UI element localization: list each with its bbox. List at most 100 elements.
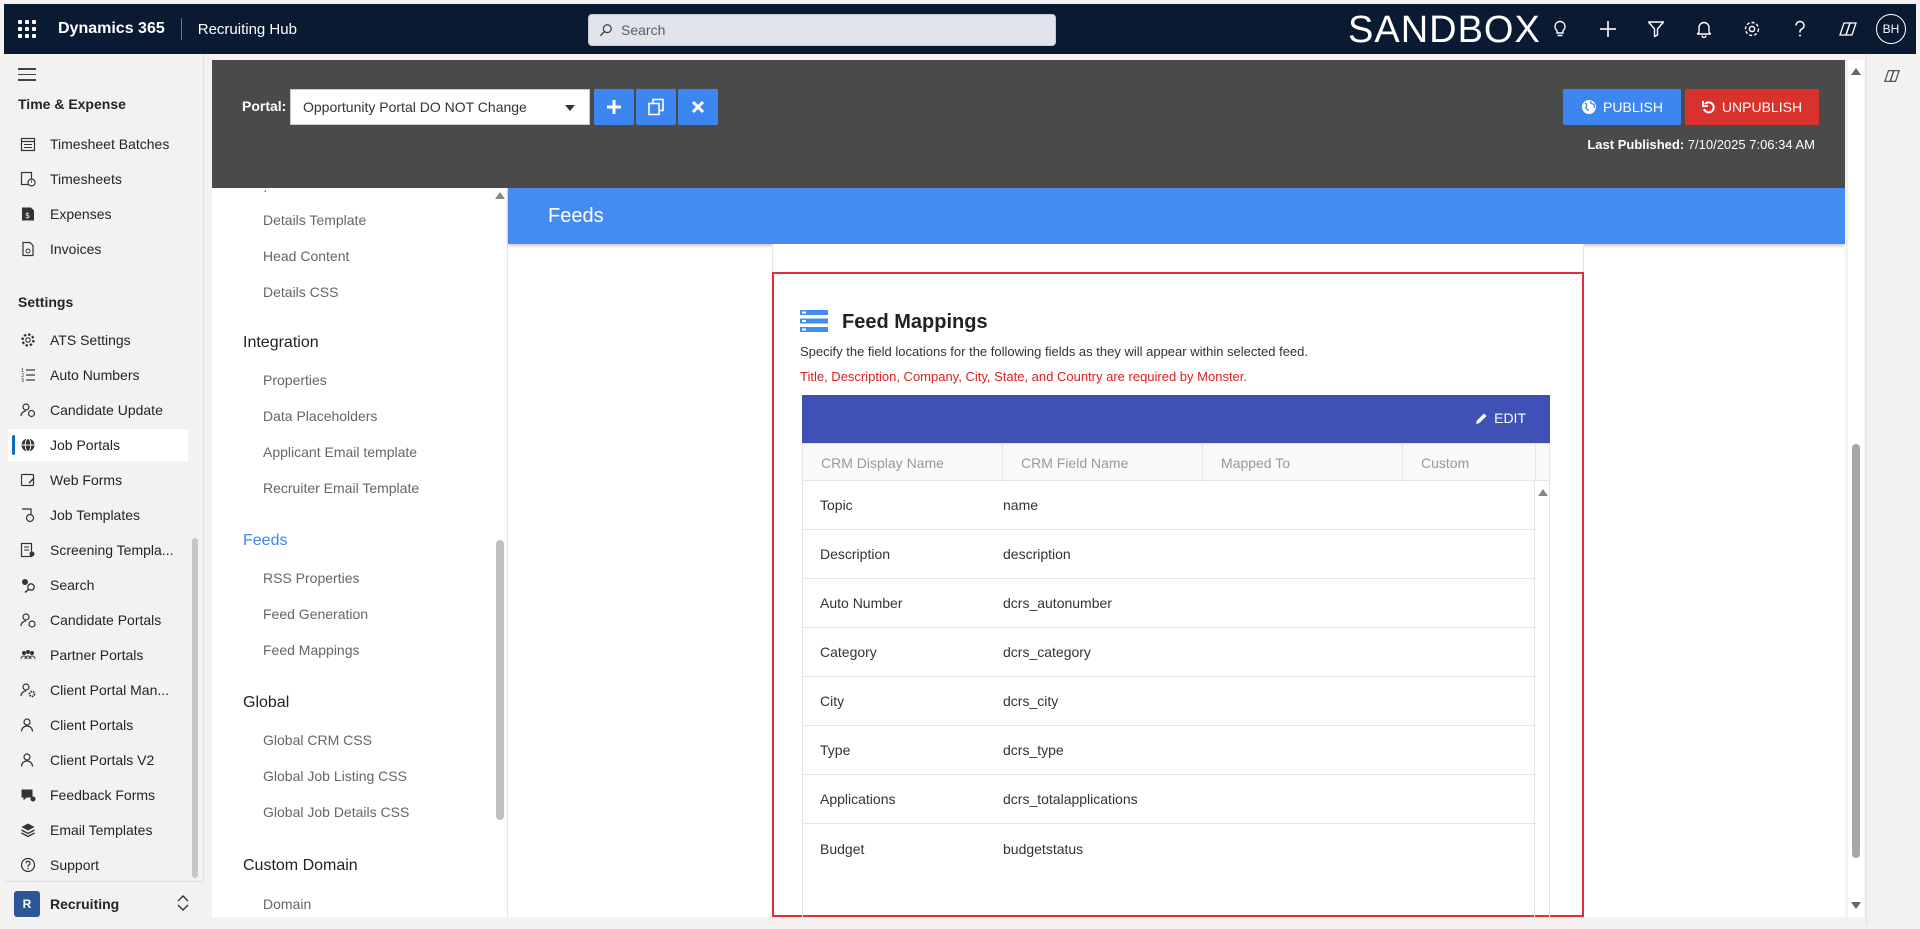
scroll-up-arrow-icon[interactable]	[1538, 489, 1548, 496]
scroll-up-arrow-icon[interactable]	[495, 192, 505, 199]
nav-item-candidate-update[interactable]: Candidate Update	[8, 394, 188, 426]
menu-item-details-template[interactable]: Details Template	[263, 212, 366, 228]
filter-button[interactable]	[1632, 4, 1680, 54]
new-button[interactable]	[1584, 4, 1632, 54]
copy-portal-button[interactable]	[636, 89, 676, 125]
nav-item-email-templates[interactable]: Email Templates	[8, 814, 188, 846]
nav-collapse-button[interactable]	[18, 68, 36, 85]
portal-select[interactable]: Opportunity Portal DO NOT Change	[290, 89, 590, 125]
close-icon	[691, 100, 705, 114]
copilot-icon[interactable]	[1884, 68, 1900, 84]
brand-name[interactable]: Dynamics 365	[58, 20, 165, 38]
portal-select-value: Opportunity Portal DO NOT Change	[303, 99, 527, 115]
menu-item-details-css[interactable]: Details CSS	[263, 284, 338, 300]
nav-item-timesheets[interactable]: Timesheets	[8, 163, 188, 195]
area-switcher[interactable]: R Recruiting	[4, 881, 204, 925]
nav-item-auto-numbers[interactable]: 123 Auto Numbers	[8, 359, 188, 391]
nav-item-expenses[interactable]: $ Expenses	[8, 198, 188, 230]
search-icon	[599, 24, 612, 37]
section-header: Feeds	[508, 188, 1845, 244]
nav-item-label: Candidate Update	[50, 402, 163, 418]
globe-icon	[1582, 100, 1597, 114]
table-row[interactable]: Category dcrs_category	[803, 628, 1536, 677]
menu-item-properties[interactable]: Properties	[263, 372, 327, 388]
table-row[interactable]: Applications dcrs_totalapplications	[803, 775, 1536, 824]
menu-group-global[interactable]: Global	[243, 694, 289, 712]
menu-item-data-placeholders[interactable]: Data Placeholders	[263, 408, 377, 424]
last-published: Last Published: 7/10/2025 7:06:34 AM	[1587, 137, 1815, 152]
nav-item-support[interactable]: Support	[8, 849, 188, 881]
column-header[interactable]: Mapped To	[1203, 444, 1403, 482]
nav-item-job-portals[interactable]: Job Portals	[8, 429, 188, 461]
publish-button[interactable]: PUBLISH	[1563, 89, 1681, 125]
help-button[interactable]	[1776, 4, 1824, 54]
menu-item-rss-properties[interactable]: RSS Properties	[263, 570, 359, 586]
unpublish-button[interactable]: UNPUBLISH	[1685, 89, 1819, 125]
table-row[interactable]: Auto Number dcrs_autonumber	[803, 579, 1536, 628]
unpublish-label: UNPUBLISH	[1721, 99, 1803, 115]
column-header[interactable]: CRM Display Name	[803, 444, 1003, 482]
menu-item-feed-generation[interactable]: Feed Generation	[263, 606, 368, 622]
person-icon	[20, 752, 36, 768]
table-scrollbar[interactable]	[1534, 481, 1549, 917]
crm-display-name-cell: Auto Number	[820, 595, 903, 611]
user-avatar[interactable]: BH	[1876, 14, 1906, 44]
calendar-list-icon	[20, 136, 36, 152]
menu-group-custom-domain[interactable]: Custom Domain	[243, 857, 358, 875]
edit-mappings-button[interactable]: EDIT	[1475, 410, 1526, 426]
hamburger-icon	[18, 68, 36, 70]
table-row[interactable]: Description description	[803, 530, 1536, 579]
settings-button[interactable]	[1728, 4, 1776, 54]
menu-scrollbar-thumb[interactable]	[496, 540, 504, 820]
app-launcher-button[interactable]	[4, 4, 50, 54]
lightbulb-button[interactable]	[1536, 4, 1584, 54]
global-search-input[interactable]: Search	[588, 14, 1056, 46]
menu-item-global-crm-css[interactable]: Global CRM CSS	[263, 732, 372, 748]
menu-item-recruiter-email-template[interactable]: Recruiter Email Template	[263, 480, 419, 496]
nav-item-partner-portals[interactable]: Partner Portals	[8, 639, 188, 671]
table-row[interactable]: Type dcrs_type	[803, 726, 1536, 775]
page-scrollbar-thumb[interactable]	[1852, 444, 1860, 858]
mappings-table-header: CRM Display Name CRM Field Name Mapped T…	[802, 443, 1550, 482]
feed-mappings-title: Feed Mappings	[842, 311, 988, 333]
menu-item-global-job-listing-css[interactable]: Global Job Listing CSS	[263, 768, 407, 784]
app-name[interactable]: Recruiting Hub	[198, 21, 297, 38]
feed-mappings-description: Specify the field locations for the foll…	[800, 344, 1309, 359]
nav-item-job-templates[interactable]: Job Templates	[8, 499, 188, 531]
nav-item-candidate-portals[interactable]: Candidate Portals	[8, 604, 188, 636]
column-header[interactable]: Custom	[1403, 444, 1536, 482]
nav-item-client-portals[interactable]: Client Portals	[8, 709, 188, 741]
nav-item-search[interactable]: Search	[8, 569, 188, 601]
copilot-button[interactable]	[1824, 4, 1872, 54]
delete-portal-button[interactable]	[678, 89, 718, 125]
notifications-button[interactable]	[1680, 4, 1728, 54]
nav-scrollbar[interactable]	[192, 538, 198, 878]
menu-item-head-content[interactable]: Head Content	[263, 248, 349, 264]
menu-item-partial[interactable]: ·	[263, 188, 268, 198]
column-header[interactable]: CRM Field Name	[1003, 444, 1203, 482]
page-scrollbar[interactable]	[1848, 60, 1864, 917]
menu-item-feed-mappings[interactable]: Feed Mappings	[263, 642, 360, 658]
nav-item-screening-templates[interactable]: Screening Templa...	[8, 534, 188, 566]
table-row[interactable]: City dcrs_city	[803, 677, 1536, 726]
nav-item-feedback-forms[interactable]: Feedback Forms	[8, 779, 188, 811]
scroll-up-arrow-icon[interactable]	[1851, 68, 1861, 75]
nav-item-web-forms[interactable]: Web Forms	[8, 464, 188, 496]
menu-group-integration[interactable]: Integration	[243, 334, 319, 352]
scroll-down-arrow-icon[interactable]	[1851, 902, 1861, 909]
feedback-icon	[20, 787, 36, 803]
top-bar: Dynamics 365 Recruiting Hub Search SANDB…	[4, 4, 1916, 54]
menu-item-applicant-email-template[interactable]: Applicant Email template	[263, 444, 417, 460]
add-portal-button[interactable]	[594, 89, 634, 125]
menu-item-global-job-details-css[interactable]: Global Job Details CSS	[263, 804, 409, 820]
nav-item-client-portals-v2[interactable]: Client Portals V2	[8, 744, 188, 776]
nav-item-ats-settings[interactable]: ATS Settings	[8, 324, 188, 356]
template-icon	[20, 507, 36, 523]
menu-group-feeds[interactable]: Feeds	[243, 532, 287, 550]
menu-item-domain[interactable]: Domain	[263, 896, 311, 912]
table-row[interactable]: Budget budgetstatus	[803, 824, 1536, 873]
nav-item-timesheet-batches[interactable]: Timesheet Batches	[8, 128, 188, 160]
table-row[interactable]: Topic name	[803, 481, 1536, 530]
nav-item-client-portal-management[interactable]: Client Portal Man...	[8, 674, 188, 706]
nav-item-invoices[interactable]: Invoices	[8, 233, 188, 265]
